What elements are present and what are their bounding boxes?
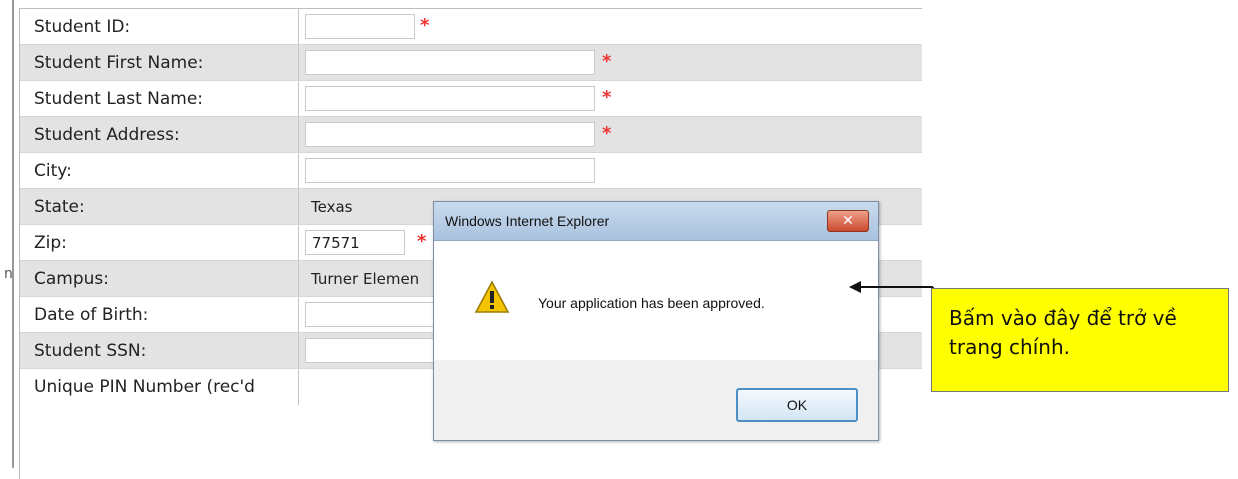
margin-fragment: n (4, 266, 13, 282)
zip-input[interactable]: 77571 (305, 230, 405, 255)
column-divider (298, 333, 299, 369)
city-input[interactable] (305, 158, 595, 183)
state-select[interactable]: Texas (305, 195, 425, 220)
column-divider (298, 225, 299, 261)
column-divider (298, 153, 299, 189)
last-name-input[interactable] (305, 86, 595, 111)
label-pin: Unique PIN Number (rec'd (34, 377, 255, 397)
label-first-name: Student First Name: (34, 53, 204, 73)
label-student-id: Student ID: (34, 17, 131, 37)
column-divider (298, 369, 299, 405)
row-last-name: Student Last Name: * (20, 81, 922, 117)
dialog-titlebar[interactable]: Windows Internet Explorer ✕ (434, 202, 878, 241)
required-mark: * (602, 87, 612, 108)
row-city: City: (20, 153, 922, 189)
close-button[interactable]: ✕ (827, 210, 869, 232)
campus-select[interactable]: Turner Elemen (305, 267, 430, 292)
column-divider (298, 261, 299, 297)
callout-arrow (849, 281, 934, 293)
label-dob: Date of Birth: (34, 305, 149, 325)
label-campus: Campus: (34, 269, 109, 289)
required-mark: * (420, 15, 430, 36)
label-city: City: (34, 161, 72, 181)
required-mark: * (602, 123, 612, 144)
label-zip: Zip: (34, 233, 67, 253)
required-mark: * (602, 51, 612, 72)
instruction-callout: Bấm vào đây để trở về trang chính. (931, 288, 1229, 392)
first-name-input[interactable] (305, 50, 595, 75)
close-icon: ✕ (842, 213, 854, 229)
row-first-name: Student First Name: * (20, 45, 922, 81)
required-mark: * (417, 231, 427, 252)
dialog-message: Your application has been approved. (538, 295, 765, 311)
alert-dialog: Windows Internet Explorer ✕ Your applica… (433, 201, 879, 441)
label-last-name: Student Last Name: (34, 89, 204, 109)
page-left-border (12, 0, 14, 468)
column-divider (298, 81, 299, 117)
dialog-title: Windows Internet Explorer (445, 213, 610, 229)
ssn-input[interactable] (305, 338, 435, 363)
address-input[interactable] (305, 122, 595, 147)
column-divider (298, 297, 299, 333)
column-divider (298, 117, 299, 153)
dob-input[interactable] (305, 302, 435, 327)
dialog-body: Your application has been approved. (434, 241, 878, 360)
row-student-id: Student ID: * (20, 9, 922, 45)
warning-icon (474, 280, 510, 313)
label-state: State: (34, 197, 85, 217)
ok-button[interactable]: OK (736, 388, 858, 422)
callout-text: Bấm vào đây để trở về trang chính. (949, 306, 1177, 359)
student-id-input[interactable] (305, 14, 415, 39)
row-address: Student Address: * (20, 117, 922, 153)
label-ssn: Student SSN: (34, 341, 147, 361)
column-divider (298, 9, 299, 45)
column-divider (298, 189, 299, 225)
column-divider (298, 45, 299, 81)
label-address: Student Address: (34, 125, 180, 145)
